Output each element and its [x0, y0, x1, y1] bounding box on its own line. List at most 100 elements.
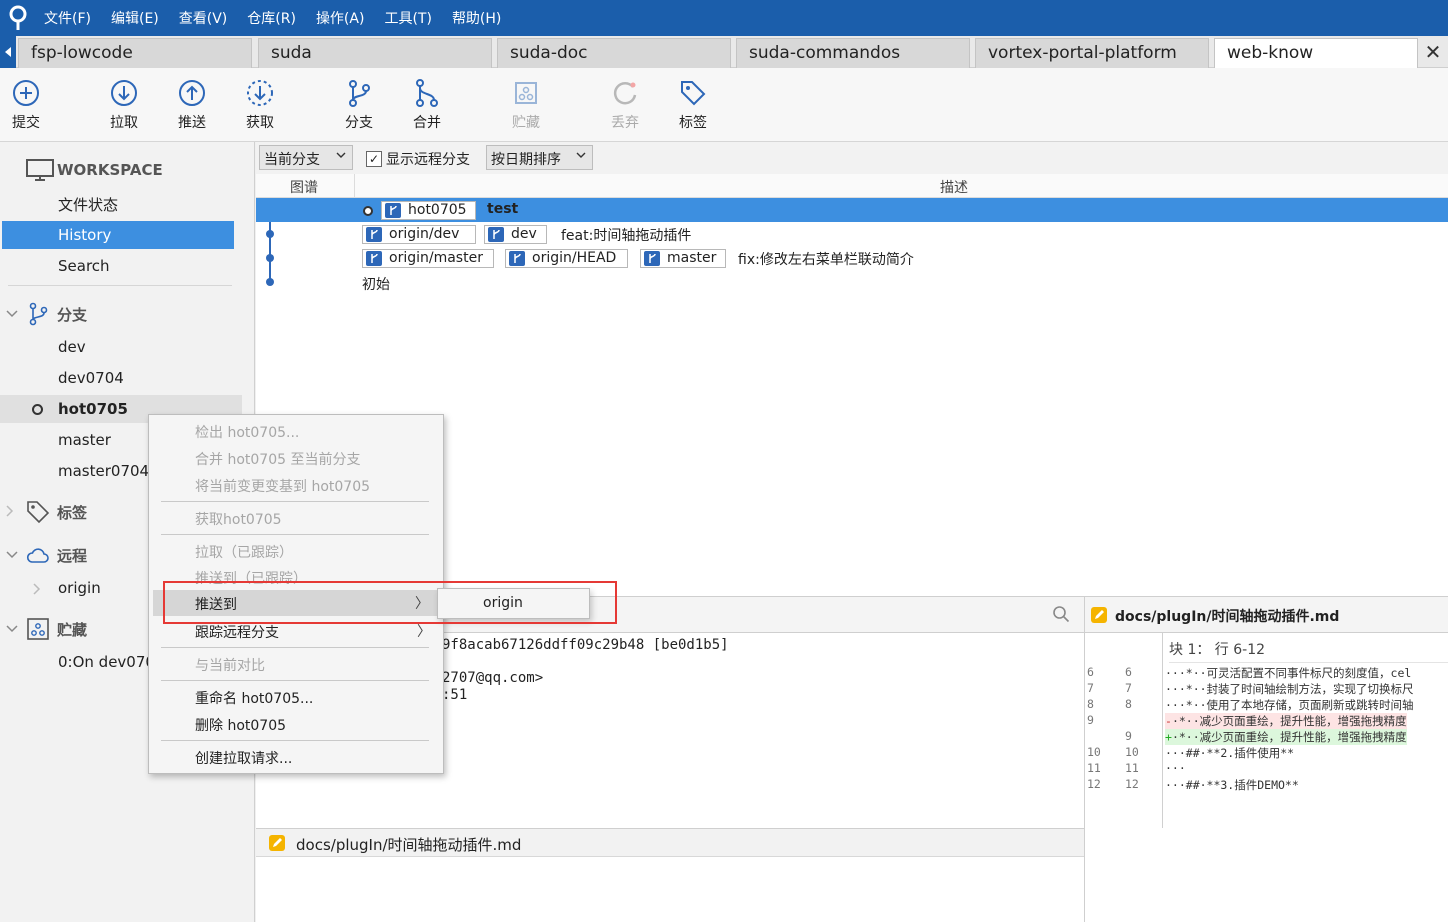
menu-tools[interactable]: 工具(T) [384, 8, 431, 28]
file-modified-icon [1091, 607, 1107, 623]
branches-header[interactable]: 分支 [0, 300, 242, 328]
commit-message: feat:时间轴拖动插件 [561, 228, 692, 244]
commit-row[interactable]: origin/master origin/HEAD master fix:修改左… [256, 246, 1448, 270]
changed-file-row[interactable]: docs/plugIn/时间轴拖动插件.md [256, 829, 1084, 857]
tag-icon [681, 81, 706, 106]
branch-badge-origin-master[interactable]: origin/master [362, 249, 494, 268]
menu-view[interactable]: 查看(V) [179, 8, 228, 28]
branch-badge-label: origin/dev [389, 226, 460, 242]
commit-button[interactable]: 提交 [0, 78, 56, 132]
menu-item-push-tracked[interactable]: 推送到（已跟踪） [149, 564, 443, 584]
stash-icon [515, 82, 537, 104]
stash-icon [27, 618, 49, 640]
menu-actions[interactable]: 操作(A) [316, 8, 365, 28]
sidebar-item-history[interactable]: History [2, 221, 234, 249]
chevron-right-icon [6, 504, 14, 520]
sort-select[interactable]: 按日期排序 [486, 145, 593, 170]
branch-badge-origin-dev[interactable]: origin/dev [362, 225, 476, 244]
discard-button[interactable]: 丢弃 [595, 78, 655, 132]
menu-item-checkout[interactable]: 检出 hot0705... [149, 418, 443, 444]
tab-suda-doc[interactable]: suda-doc [497, 38, 731, 68]
menu-item-rename[interactable]: 重命名 hot0705... [149, 684, 443, 710]
diff-line: 10 10 ···##·**2.插件使用** [1087, 745, 1295, 760]
tag-icon [27, 501, 50, 524]
menu-repository[interactable]: 仓库(R) [247, 8, 296, 28]
merge-label: 合并 [413, 115, 441, 131]
commit-row[interactable]: origin/dev dev feat:时间轴拖动插件 [256, 222, 1448, 246]
menu-item-pull-tracked[interactable]: 拉取（已跟踪） [149, 538, 443, 564]
submenu-item-origin[interactable]: origin [483, 595, 523, 611]
remotes-label: 远程 [57, 546, 88, 565]
branch-badge-label: dev [511, 226, 537, 242]
branch-badge-label: origin/HEAD [532, 250, 617, 266]
branches-label: 分支 [57, 305, 88, 324]
show-remote-branches-checkbox[interactable]: ✓ 显示远程分支 [366, 149, 470, 169]
sidebar-item-search[interactable]: Search [0, 252, 242, 280]
tags-label: 标签 [57, 503, 88, 522]
current-branch-icon [363, 206, 373, 216]
tab-web-know[interactable]: web-know [1214, 38, 1418, 68]
commit-row[interactable]: hot0705 test [256, 198, 1448, 222]
menu-edit[interactable]: 编辑(E) [111, 8, 159, 28]
tab-suda-commandos[interactable]: suda-commandos [736, 38, 970, 68]
chevron-down-icon [6, 307, 18, 321]
branch-badge-origin-head[interactable]: origin/HEAD [505, 249, 628, 268]
arrow-up-circle-icon [179, 80, 205, 106]
sidebar-branch-dev[interactable]: dev [0, 333, 242, 361]
chevron-right-icon [33, 581, 41, 599]
column-divider[interactable] [354, 174, 355, 198]
menu-separator [161, 534, 429, 535]
tab-suda[interactable]: suda [258, 38, 492, 68]
pull-button[interactable]: 拉取 [94, 78, 154, 132]
menu-item-diff-against-current[interactable]: 与当前对比 [149, 651, 443, 677]
history-filter-bar: 当前分支 ✓ 显示远程分支 按日期排序 [256, 142, 1448, 174]
cloud-icon [26, 548, 49, 563]
branch-mode-select[interactable]: 当前分支 [259, 145, 353, 170]
merge-button[interactable]: 合并 [397, 78, 457, 132]
menu-separator [161, 680, 429, 681]
menu-item-delete[interactable]: 删除 hot0705 [149, 711, 443, 737]
menu-separator [161, 501, 429, 502]
branch-icon [385, 203, 401, 218]
sidebar-branch-dev0704[interactable]: dev0704 [0, 364, 242, 392]
tab-fsp-lowcode[interactable]: fsp-lowcode [18, 38, 252, 68]
show-remote-label: 显示远程分支 [386, 152, 470, 168]
stashes-label: 贮藏 [57, 620, 88, 639]
tab-close-icon[interactable]: ✕ [1418, 36, 1448, 68]
menu-item-track-remote[interactable]: 跟踪远程分支 〉 [149, 618, 443, 644]
branch-badge-label: origin/master [389, 250, 483, 266]
push-label: 推送 [178, 115, 206, 131]
menu-item-push-to[interactable]: 推送到 〉 [153, 590, 441, 616]
branch-badge-hot0705[interactable]: hot0705 [363, 201, 476, 220]
menu-item-create-pull-request[interactable]: 创建拉取请求... [149, 744, 443, 770]
commit-hash: 9f8acab67126ddff09c29b48 [be0d1b5] [442, 637, 729, 653]
branch-badge-master[interactable]: master [640, 249, 726, 268]
fetch-button[interactable]: 获取 [230, 78, 290, 132]
chevron-down-icon [6, 622, 18, 636]
stash-button[interactable]: 贮藏 [496, 78, 556, 132]
branch-badge-dev[interactable]: dev [484, 225, 547, 244]
commit-row[interactable]: 初始 [256, 271, 1448, 295]
submenu-arrow-icon: 〉 [417, 624, 431, 640]
graph-column-header[interactable]: 图谱 [290, 177, 318, 197]
menu-file[interactable]: 文件(F) [44, 8, 91, 28]
push-to-submenu: origin [437, 588, 590, 619]
tab-vortex-portal-platform[interactable]: vortex-portal-platform [975, 38, 1209, 68]
arrow-down-circle-icon [111, 80, 137, 106]
diff-line: 12 12 ···##·**3.插件DEMO** [1087, 777, 1299, 792]
push-button[interactable]: 推送 [162, 78, 222, 132]
sidebar-item-file-status[interactable]: 文件状态 [0, 190, 242, 218]
tag-button[interactable]: 标签 [663, 78, 723, 132]
search-icon[interactable] [1052, 605, 1070, 623]
hunk-header: 块 1： 行 6-12 [1169, 633, 1448, 663]
menu-item-merge-into-current[interactable]: 合并 hot0705 至当前分支 [149, 445, 443, 471]
plus-circle-icon [13, 80, 39, 106]
description-column-header[interactable]: 描述 [940, 177, 968, 197]
diff-line: 8 8 ···*··使用了本地存储，页面刷新或跳转时间轴 [1087, 697, 1414, 712]
menu-item-fetch[interactable]: 获取hot0705 [149, 505, 443, 531]
menu-help[interactable]: 帮助(H) [452, 8, 501, 28]
menu-item-rebase[interactable]: 将当前变更变基到 hot0705 [149, 472, 443, 498]
menu-bar: 文件(F) 编辑(E) 查看(V) 仓库(R) 操作(A) 工具(T) 帮助(H… [0, 0, 1448, 36]
branch-button[interactable]: 分支 [329, 78, 389, 132]
tab-scroll-left-icon[interactable] [0, 36, 16, 68]
